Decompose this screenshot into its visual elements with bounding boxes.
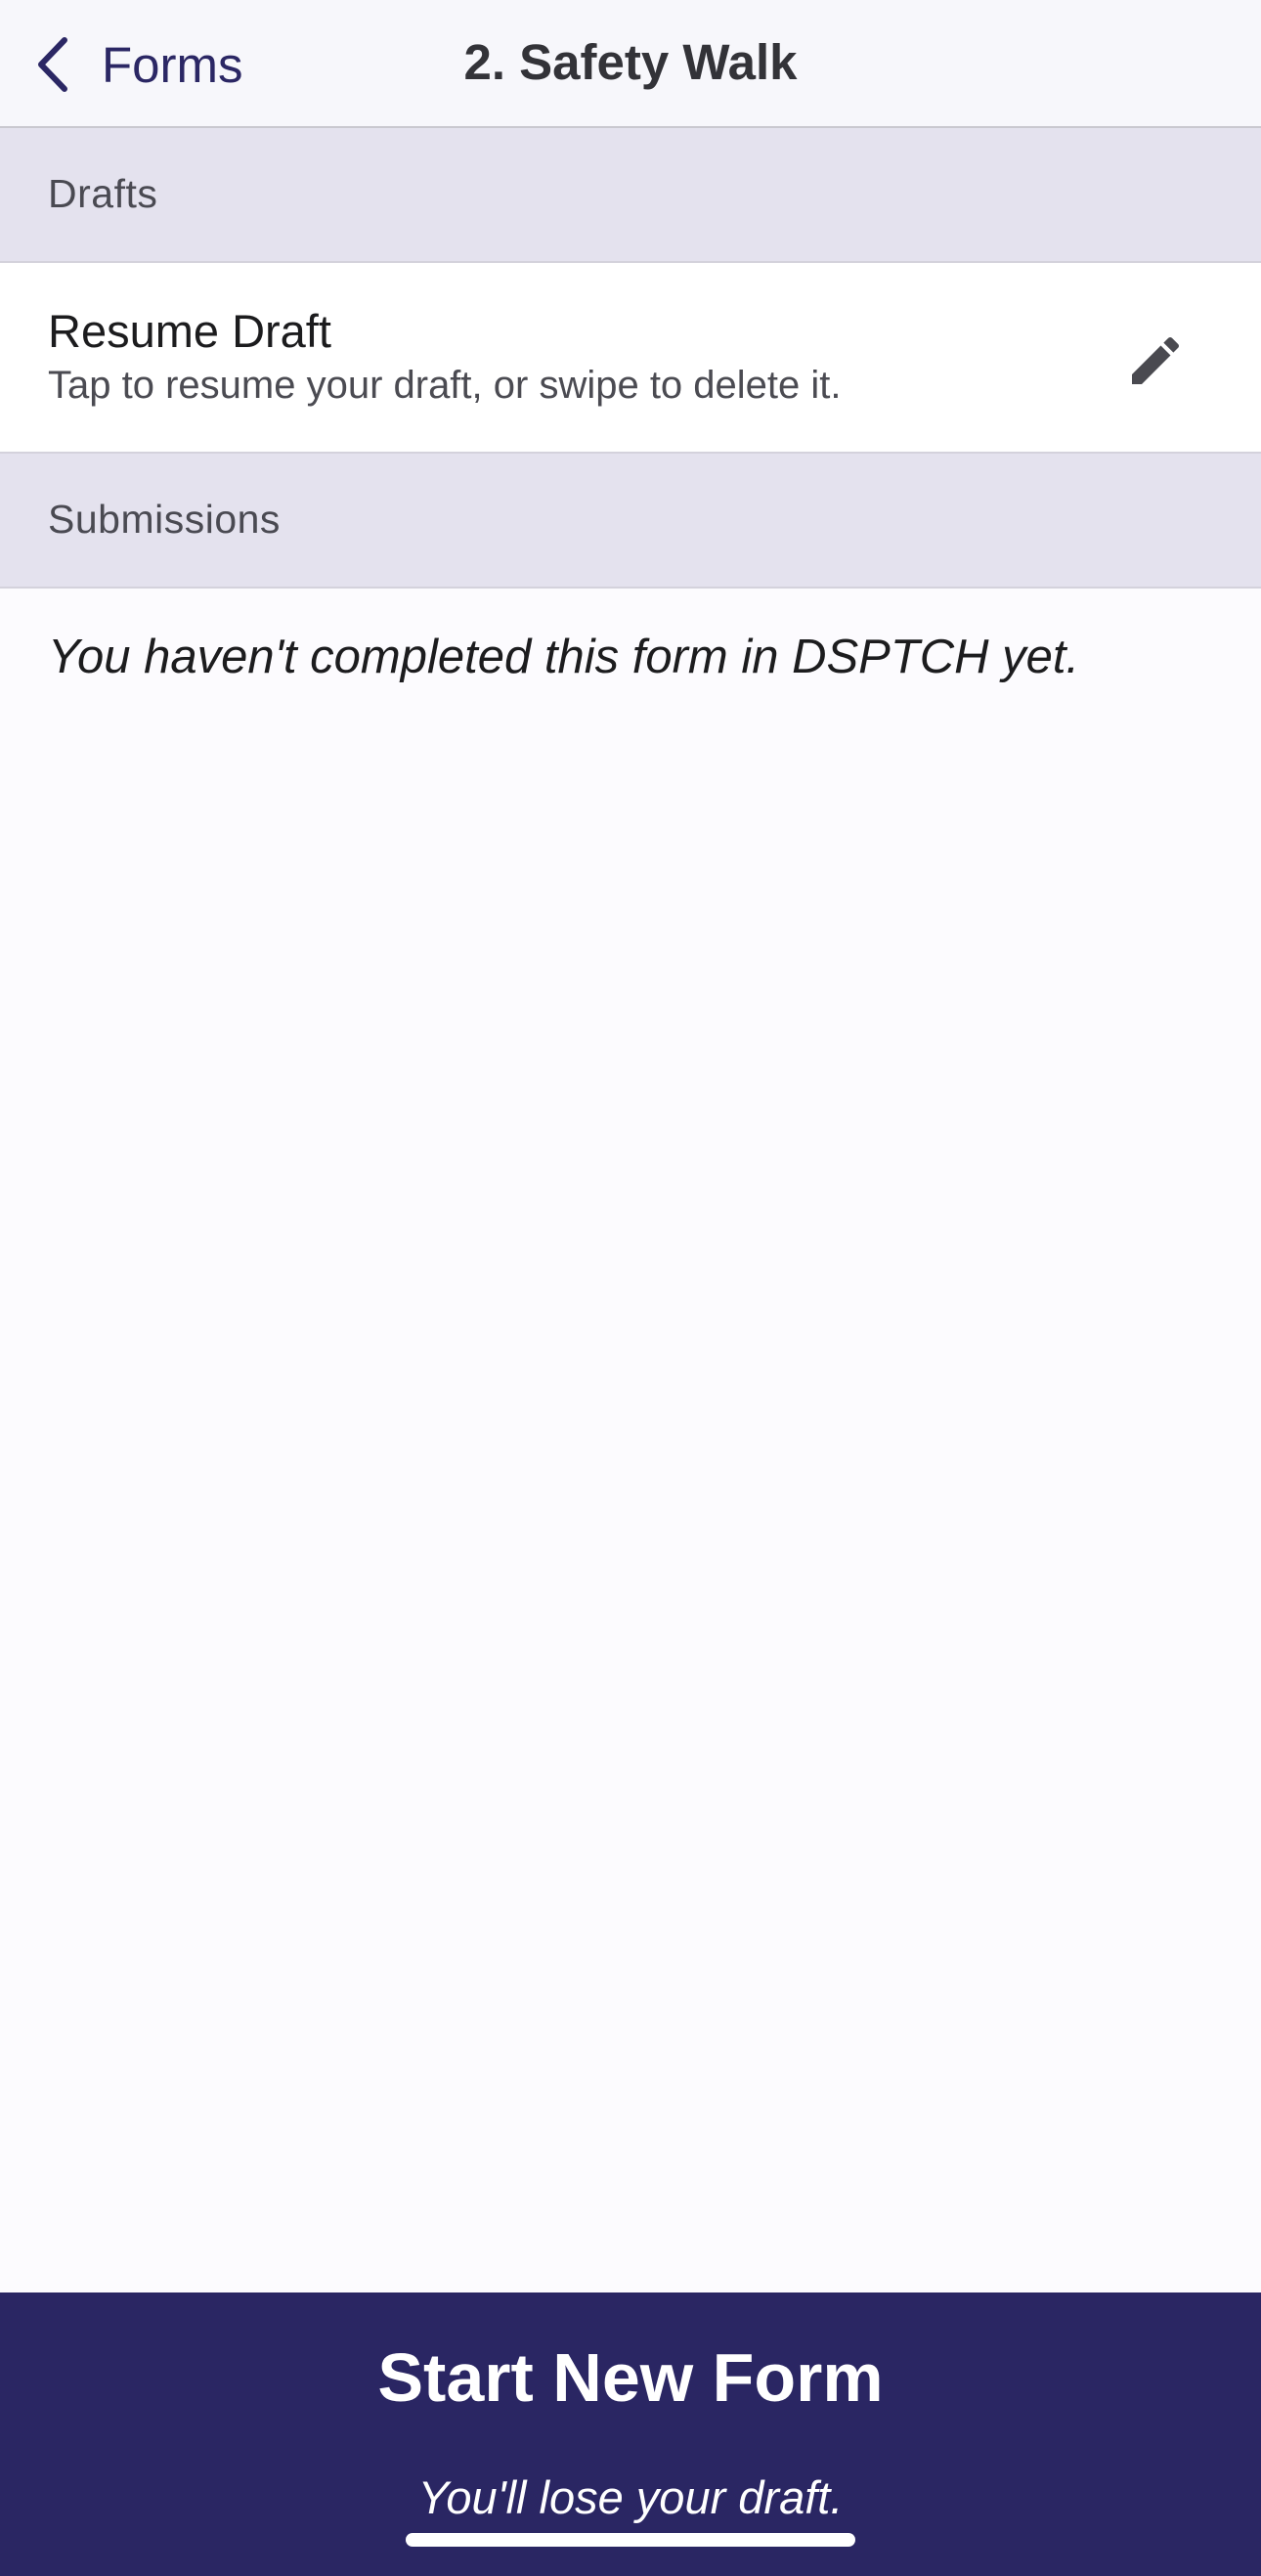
home-indicator	[406, 2533, 855, 2547]
submissions-header-label: Submissions	[48, 497, 281, 542]
draft-title: Resume Draft	[48, 305, 331, 357]
pencil-icon[interactable]	[1124, 329, 1187, 392]
drafts-section-header: Drafts	[0, 128, 1261, 263]
drafts-header-label: Drafts	[48, 171, 158, 216]
start-new-form-label: Start New Form	[377, 2339, 884, 2416]
resume-draft-row[interactable]: Resume Draft Tap to resume your draft, o…	[0, 263, 1261, 454]
navigation-bar: Forms 2. Safety Walk	[0, 0, 1261, 128]
draft-warning-label: You'll lose your draft.	[417, 2471, 844, 2523]
draft-subtitle: Tap to resume your draft, or swipe to de…	[48, 364, 842, 407]
submissions-empty-message: You haven't completed this form in DSPTC…	[48, 631, 1080, 683]
page-title: 2. Safety Walk	[463, 34, 798, 90]
submissions-section-header: Submissions	[0, 454, 1261, 589]
